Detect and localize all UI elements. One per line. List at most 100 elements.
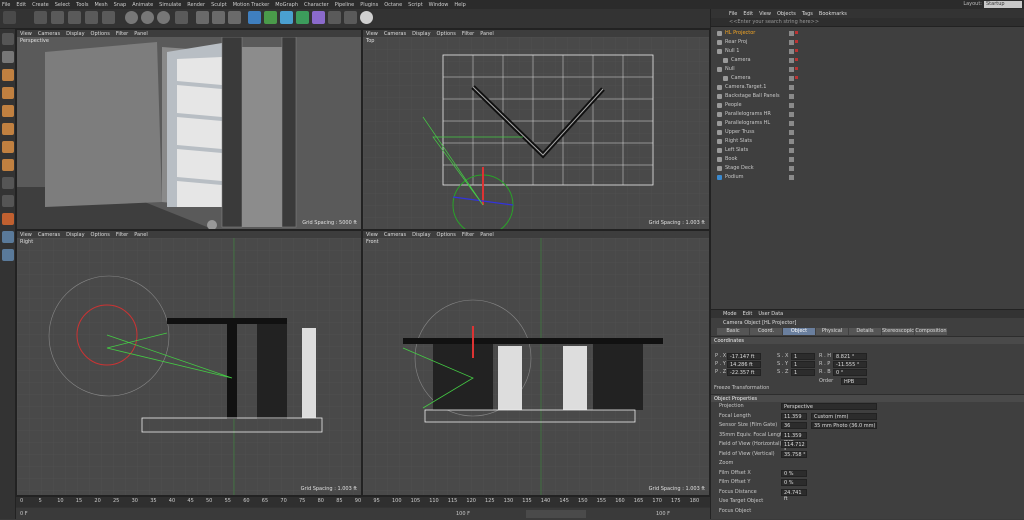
viewport-menu-cameras[interactable]: Cameras — [384, 31, 406, 37]
checker-icon[interactable] — [2, 51, 14, 63]
render-view-icon[interactable] — [196, 11, 209, 24]
tab-details[interactable]: Details — [849, 328, 881, 335]
viewport-perspective[interactable]: View Cameras Display Options Filter Panel Per… — [16, 29, 362, 230]
visibility-icon[interactable] — [789, 112, 794, 117]
x-axis-icon[interactable] — [125, 11, 138, 24]
viewport-menu-display[interactable]: Display — [412, 232, 430, 238]
menu-item-script[interactable]: Script — [408, 2, 423, 8]
viewport-menu-filter[interactable]: Filter — [116, 31, 128, 37]
render-picture-icon[interactable] — [212, 11, 225, 24]
om-menu-bookmarks[interactable]: Bookmarks — [819, 11, 847, 17]
freeze-transformation[interactable]: Freeze Transformation — [711, 385, 1024, 392]
menu-item-octane[interactable]: Octane — [384, 2, 402, 8]
visibility-icon[interactable] — [789, 94, 794, 99]
layout-select[interactable]: Startup — [984, 1, 1022, 8]
object-row[interactable]: HL Projector — [711, 29, 1024, 38]
viewport-top[interactable]: View Cameras Display Options Filter Panel Top… — [362, 29, 710, 230]
coord-field[interactable]: 14.286 ft — [727, 361, 761, 368]
property-field[interactable]: 0 % — [781, 469, 807, 477]
viewport-menu-options[interactable]: Options — [437, 232, 456, 238]
attr-menu-user-data[interactable]: User Data — [758, 311, 783, 317]
scale-tool-icon[interactable] — [68, 11, 81, 24]
subdivision-icon[interactable] — [280, 11, 293, 24]
om-menu-objects[interactable]: Objects — [777, 11, 796, 17]
playback-controls[interactable] — [526, 510, 586, 518]
viewport-right[interactable]: View Cameras Display Options Filter Panel Rig… — [16, 230, 362, 496]
viewport-menu-filter[interactable]: Filter — [462, 232, 474, 238]
viewport-menu-display[interactable]: Display — [66, 31, 84, 37]
attr-menu-mode[interactable]: Mode — [723, 311, 737, 317]
property-field[interactable]: Perspective — [781, 403, 877, 410]
property-field[interactable]: 24.741 ft — [781, 488, 807, 502]
tag-icon[interactable] — [795, 76, 798, 79]
property-field[interactable]: 11.359 mm — [781, 431, 807, 445]
viewport-menu-panel[interactable]: Panel — [134, 31, 148, 37]
visibility-icon[interactable] — [789, 103, 794, 108]
menu-item-render[interactable]: Render — [187, 2, 205, 8]
polygons-mode-icon[interactable] — [2, 159, 14, 171]
tab-coord[interactable]: Coord. — [750, 328, 782, 335]
property-field[interactable]: 35.758 ° — [781, 450, 807, 458]
viewport-menu-view[interactable]: View — [366, 31, 378, 37]
object-row[interactable]: People — [711, 101, 1024, 110]
menu-item-motion-tracker[interactable]: Motion Tracker — [233, 2, 270, 8]
object-row[interactable]: Book — [711, 155, 1024, 164]
menu-item-character[interactable]: Character — [304, 2, 329, 8]
object-row[interactable]: Rear Proj — [711, 38, 1024, 47]
spline-pen-icon[interactable] — [264, 11, 277, 24]
tab-composition[interactable]: Composition — [915, 328, 947, 335]
viewport-menu-panel[interactable]: Panel — [480, 232, 494, 238]
y-axis-icon[interactable] — [141, 11, 154, 24]
z-axis-icon[interactable] — [157, 11, 170, 24]
lock-icon[interactable] — [2, 231, 14, 243]
object-row[interactable]: Null — [711, 65, 1024, 74]
menu-item-pipeline[interactable]: Pipeline — [335, 2, 355, 8]
axis-mode-icon[interactable] — [2, 195, 14, 207]
current-frame[interactable]: 100 F — [656, 511, 670, 517]
tag-icon[interactable] — [795, 31, 798, 34]
property-field[interactable]: 0 % — [781, 479, 807, 486]
property-field[interactable]: 11.359 — [781, 412, 807, 420]
visibility-icon[interactable] — [789, 121, 794, 126]
viewport-menu-display[interactable]: Display — [66, 232, 84, 238]
object-row[interactable]: Parallelograms HL — [711, 119, 1024, 128]
visibility-icon[interactable] — [789, 166, 794, 171]
sculpt-icon[interactable] — [2, 213, 14, 225]
property-field[interactable]: 36 — [781, 422, 807, 429]
property-field[interactable]: 114.712 ° — [781, 441, 807, 454]
visibility-icon[interactable] — [789, 130, 794, 135]
visibility-icon[interactable] — [789, 157, 794, 162]
viewport-menu-panel[interactable]: Panel — [480, 31, 494, 37]
viewport-menu-options[interactable]: Options — [91, 232, 110, 238]
object-properties-section[interactable]: Object Properties — [711, 394, 1024, 402]
tab-stereoscopic[interactable]: Stereoscopic — [882, 328, 914, 335]
menu-item-tools[interactable]: Tools — [76, 2, 88, 8]
menu-item-file[interactable]: File — [2, 2, 10, 8]
visibility-icon[interactable] — [789, 85, 794, 90]
rotate-tool-icon[interactable] — [85, 11, 98, 24]
om-menu-tags[interactable]: Tags — [802, 11, 813, 17]
menu-item-mograph[interactable]: MoGraph — [275, 2, 298, 8]
order-select[interactable]: HPB — [841, 378, 867, 385]
visibility-icon[interactable] — [789, 175, 794, 180]
object-search-input[interactable]: <<Enter your search string here>> — [711, 18, 1024, 27]
coord-field[interactable]: -17.147 ft — [727, 353, 761, 360]
visibility-icon[interactable] — [789, 31, 794, 36]
visibility-icon[interactable] — [789, 49, 794, 54]
viewport-menu-view[interactable]: View — [20, 232, 32, 238]
light-icon[interactable] — [360, 11, 373, 24]
viewport-menu-panel[interactable]: Panel — [134, 232, 148, 238]
property-preset-select[interactable]: 35 mm Photo (36.0 mm) — [811, 422, 877, 429]
coordinates-section[interactable]: Coordinates — [711, 336, 1024, 344]
menu-item-plugins[interactable]: Plugins — [360, 2, 378, 8]
model-mode-icon[interactable] — [2, 69, 14, 81]
coord-field[interactable]: 0 ° — [833, 369, 867, 376]
coord-field[interactable]: 1 — [791, 369, 815, 376]
tag-icon[interactable] — [795, 40, 798, 43]
tab-object[interactable]: Object — [783, 328, 815, 335]
edges-mode-icon[interactable] — [2, 141, 14, 153]
viewport-menu-options[interactable]: Options — [437, 31, 456, 37]
recent-tool-icon[interactable] — [102, 11, 115, 24]
grid-icon[interactable] — [2, 249, 14, 261]
tag-icon[interactable] — [795, 58, 798, 61]
